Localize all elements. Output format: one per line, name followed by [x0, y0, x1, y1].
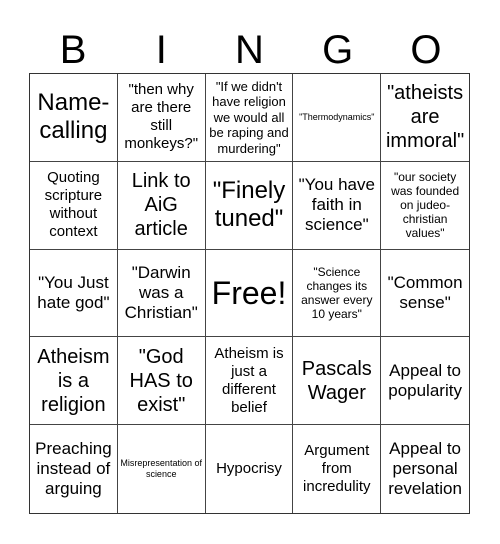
bingo-cell[interactable]: Appeal to personal revelation [381, 425, 469, 513]
cell-text: Atheism is just a different belief [214, 344, 284, 416]
cell-text: Quoting scripture without context [44, 169, 103, 241]
bingo-cell[interactable]: "then why are there still monkeys?" [117, 74, 206, 162]
bingo-cell[interactable]: "God HAS to exist" [117, 337, 206, 426]
bingo-cell[interactable]: Atheism is just a different belief [205, 337, 294, 426]
cell-text: "Finely tuned" [212, 177, 286, 233]
bingo-cell[interactable]: "atheists are immoral" [381, 74, 469, 162]
cell-text: "Darwin was a Christian" [124, 262, 198, 322]
header-letter-g: G [322, 28, 354, 72]
bingo-cell[interactable]: "our society was founded on judeo-christ… [381, 162, 469, 250]
cell-text: "You Just hate god" [37, 272, 110, 312]
cell-text: Atheism is a religion [37, 345, 110, 416]
bingo-header: B I N G O [29, 28, 470, 72]
header-letter-n: N [235, 28, 264, 72]
cell-text: Appeal to personal revelation [388, 439, 462, 499]
cell-text: "our society was founded on judeo-christ… [391, 170, 460, 241]
bingo-cell[interactable]: Atheism is a religion [30, 337, 118, 426]
bingo-cell[interactable]: "Finely tuned" [205, 161, 294, 250]
cell-text: Name-calling [37, 89, 110, 145]
cell-text: Link to AiG article [131, 170, 191, 241]
bingo-cell[interactable]: "Darwin was a Christian" [117, 249, 206, 338]
cell-text: "You have faith in science" [298, 175, 375, 235]
cell-text: "God HAS to exist" [129, 345, 193, 416]
cell-text: Pascals Wager [301, 357, 372, 404]
cell-text: Preaching instead of arguing [35, 439, 112, 499]
header-letter-i: I [155, 28, 167, 72]
bingo-cell[interactable]: Appeal to popularity [381, 337, 469, 426]
header-letter-o: O [410, 28, 442, 72]
bingo-cell[interactable]: "You Just hate god" [30, 249, 118, 338]
header-letter-b: B [59, 28, 87, 72]
cell-text: "Common sense" [387, 272, 463, 312]
bingo-cell[interactable]: "Common sense" [381, 250, 469, 338]
bingo-cell[interactable]: "If we didn't have religion we would all… [205, 74, 294, 162]
cell-text: "then why are there still monkeys?" [124, 81, 199, 153]
bingo-cell[interactable]: Preaching instead of arguing [30, 425, 118, 513]
bingo-cell[interactable]: Name-calling [30, 74, 118, 162]
cell-text: "Science changes its answer every 10 yea… [301, 264, 373, 321]
cell-text: Hypocrisy [216, 460, 282, 478]
cell-text: Appeal to popularity [388, 360, 462, 400]
bingo-cell[interactable]: Argument from incredulity [293, 425, 382, 513]
cell-text: Free! [211, 274, 287, 311]
cell-text: "atheists are immoral" [385, 82, 465, 153]
bingo-cell[interactable]: Hypocrisy [206, 425, 294, 513]
bingo-cell[interactable]: "You have faith in science" [293, 161, 382, 250]
bingo-grid: Name-calling "then why are there still m… [29, 73, 470, 514]
bingo-cell[interactable]: Pascals Wager [293, 337, 382, 426]
cell-text: Argument from incredulity [303, 442, 371, 496]
bingo-cell[interactable]: Quoting scripture without context [30, 161, 118, 250]
bingo-cell[interactable]: Misrepresentation of science [118, 425, 206, 513]
cell-text: Misrepresentation of science [120, 458, 202, 480]
bingo-cell[interactable]: Link to AiG article [117, 161, 206, 250]
bingo-cell[interactable]: "Thermodynamics" [293, 74, 382, 162]
free-space[interactable]: Free! [205, 249, 294, 338]
bingo-cell[interactable]: "Science changes its answer every 10 yea… [293, 249, 382, 338]
cell-text: "Thermodynamics" [299, 111, 375, 122]
cell-text: "If we didn't have religion we would all… [209, 78, 289, 156]
